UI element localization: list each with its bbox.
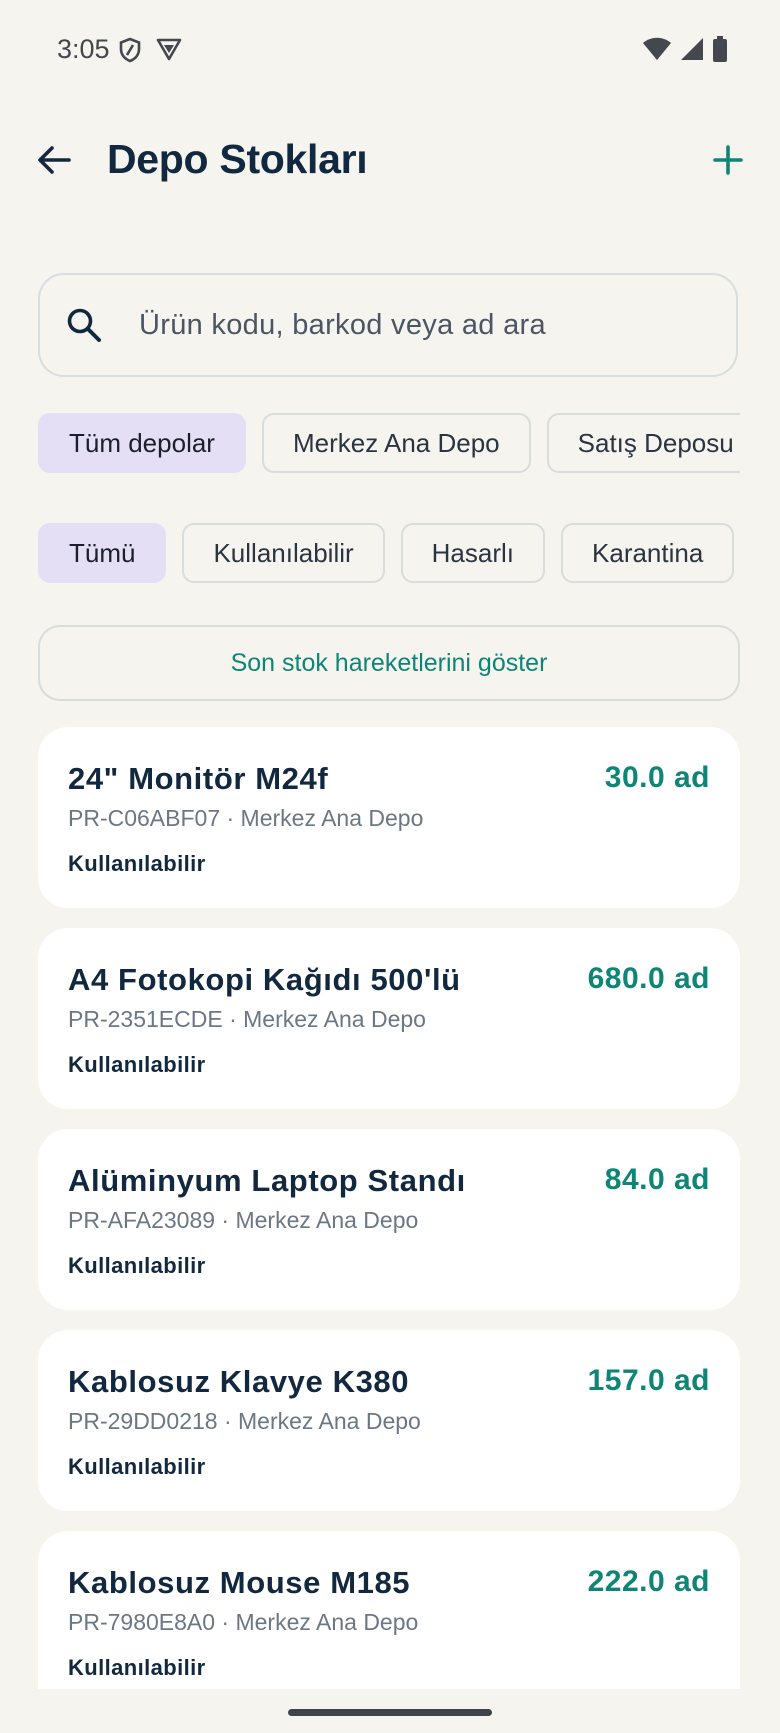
- product-code-location: PR-7980E8A0 · Merkez Ana Depo: [68, 1609, 419, 1635]
- status-time: 3:05: [57, 34, 110, 64]
- stock-status: Kullanılabilir: [68, 1655, 206, 1680]
- product-name: A4 Fotokopi Kağıdı 500'lü: [68, 962, 461, 997]
- page-title: Depo Stokları: [107, 136, 368, 182]
- status-filter-row: Tümü Kullanılabilir Hasarlı Karantina: [38, 523, 735, 583]
- chip-quarantine[interactable]: Karantina: [561, 523, 735, 583]
- product-quantity: 222.0 ad: [587, 1565, 710, 1598]
- product-quantity: 157.0 ad: [587, 1364, 710, 1397]
- product-name: 24" Monitör M24f: [68, 761, 329, 796]
- stock-history-button[interactable]: Son stok hareketlerini göster: [38, 625, 740, 701]
- shield-icon: [118, 37, 142, 68]
- product-code-location: PR-C06ABF07 · Merkez Ana Depo: [68, 805, 424, 831]
- chip-all[interactable]: Tümü: [38, 523, 167, 583]
- product-code-location: PR-2351ECDE · Merkez Ana Depo: [68, 1006, 426, 1032]
- app-bar: Depo Stokları: [0, 110, 780, 210]
- search-input[interactable]: Ürün kodu, barkod veya ad ara: [38, 273, 738, 377]
- search-placeholder: Ürün kodu, barkod veya ad ara: [139, 309, 546, 341]
- search-icon: [65, 306, 103, 349]
- chip-all-warehouses[interactable]: Tüm depolar: [38, 413, 246, 473]
- product-name: Kablosuz Klavye K380: [68, 1364, 410, 1399]
- stock-card[interactable]: Kablosuz Mouse M185 222.0 ad PR-7980E8A0…: [38, 1531, 740, 1689]
- stock-status: Kullanılabilir: [68, 1253, 206, 1278]
- stock-status: Kullanılabilir: [68, 1454, 206, 1479]
- home-indicator[interactable]: [288, 1709, 492, 1716]
- back-button[interactable]: [30, 138, 78, 186]
- stock-card[interactable]: Alüminyum Laptop Standı 84.0 ad PR-AFA23…: [38, 1129, 740, 1310]
- signal-icon: [680, 37, 704, 66]
- add-button[interactable]: [704, 138, 752, 186]
- wifi-icon: [642, 37, 672, 66]
- chip-satis-deposu[interactable]: Satış Deposu: [546, 413, 740, 473]
- product-code-location: PR-AFA23089 · Merkez Ana Depo: [68, 1207, 419, 1233]
- stock-status: Kullanılabilir: [68, 1052, 206, 1077]
- add-icon: [713, 144, 743, 180]
- status-bar: 3:05: [0, 0, 780, 100]
- back-arrow-icon: [37, 145, 71, 180]
- chip-damaged[interactable]: Hasarlı: [400, 523, 546, 583]
- product-code-location: PR-29DD0218 · Merkez Ana Depo: [68, 1408, 421, 1434]
- stock-card[interactable]: 24" Monitör M24f 30.0 ad PR-C06ABF07 · M…: [38, 727, 740, 908]
- stock-card[interactable]: Kablosuz Klavye K380 157.0 ad PR-29DD021…: [38, 1330, 740, 1511]
- product-name: Alüminyum Laptop Standı: [68, 1163, 466, 1198]
- chip-available[interactable]: Kullanılabilir: [182, 523, 385, 583]
- product-quantity: 680.0 ad: [587, 962, 710, 995]
- product-quantity: 84.0 ad: [604, 1163, 710, 1196]
- stock-status: Kullanılabilir: [68, 851, 206, 876]
- vpn-icon: [156, 37, 182, 68]
- chip-merkez-ana-depo[interactable]: Merkez Ana Depo: [261, 413, 531, 473]
- product-name: Kablosuz Mouse M185: [68, 1565, 411, 1600]
- battery-icon: [712, 36, 728, 67]
- warehouse-filter-row: Tüm depolar Merkez Ana Depo Satış Deposu: [38, 413, 740, 473]
- product-quantity: 30.0 ad: [604, 761, 710, 794]
- stock-card[interactable]: A4 Fotokopi Kağıdı 500'lü 680.0 ad PR-23…: [38, 928, 740, 1109]
